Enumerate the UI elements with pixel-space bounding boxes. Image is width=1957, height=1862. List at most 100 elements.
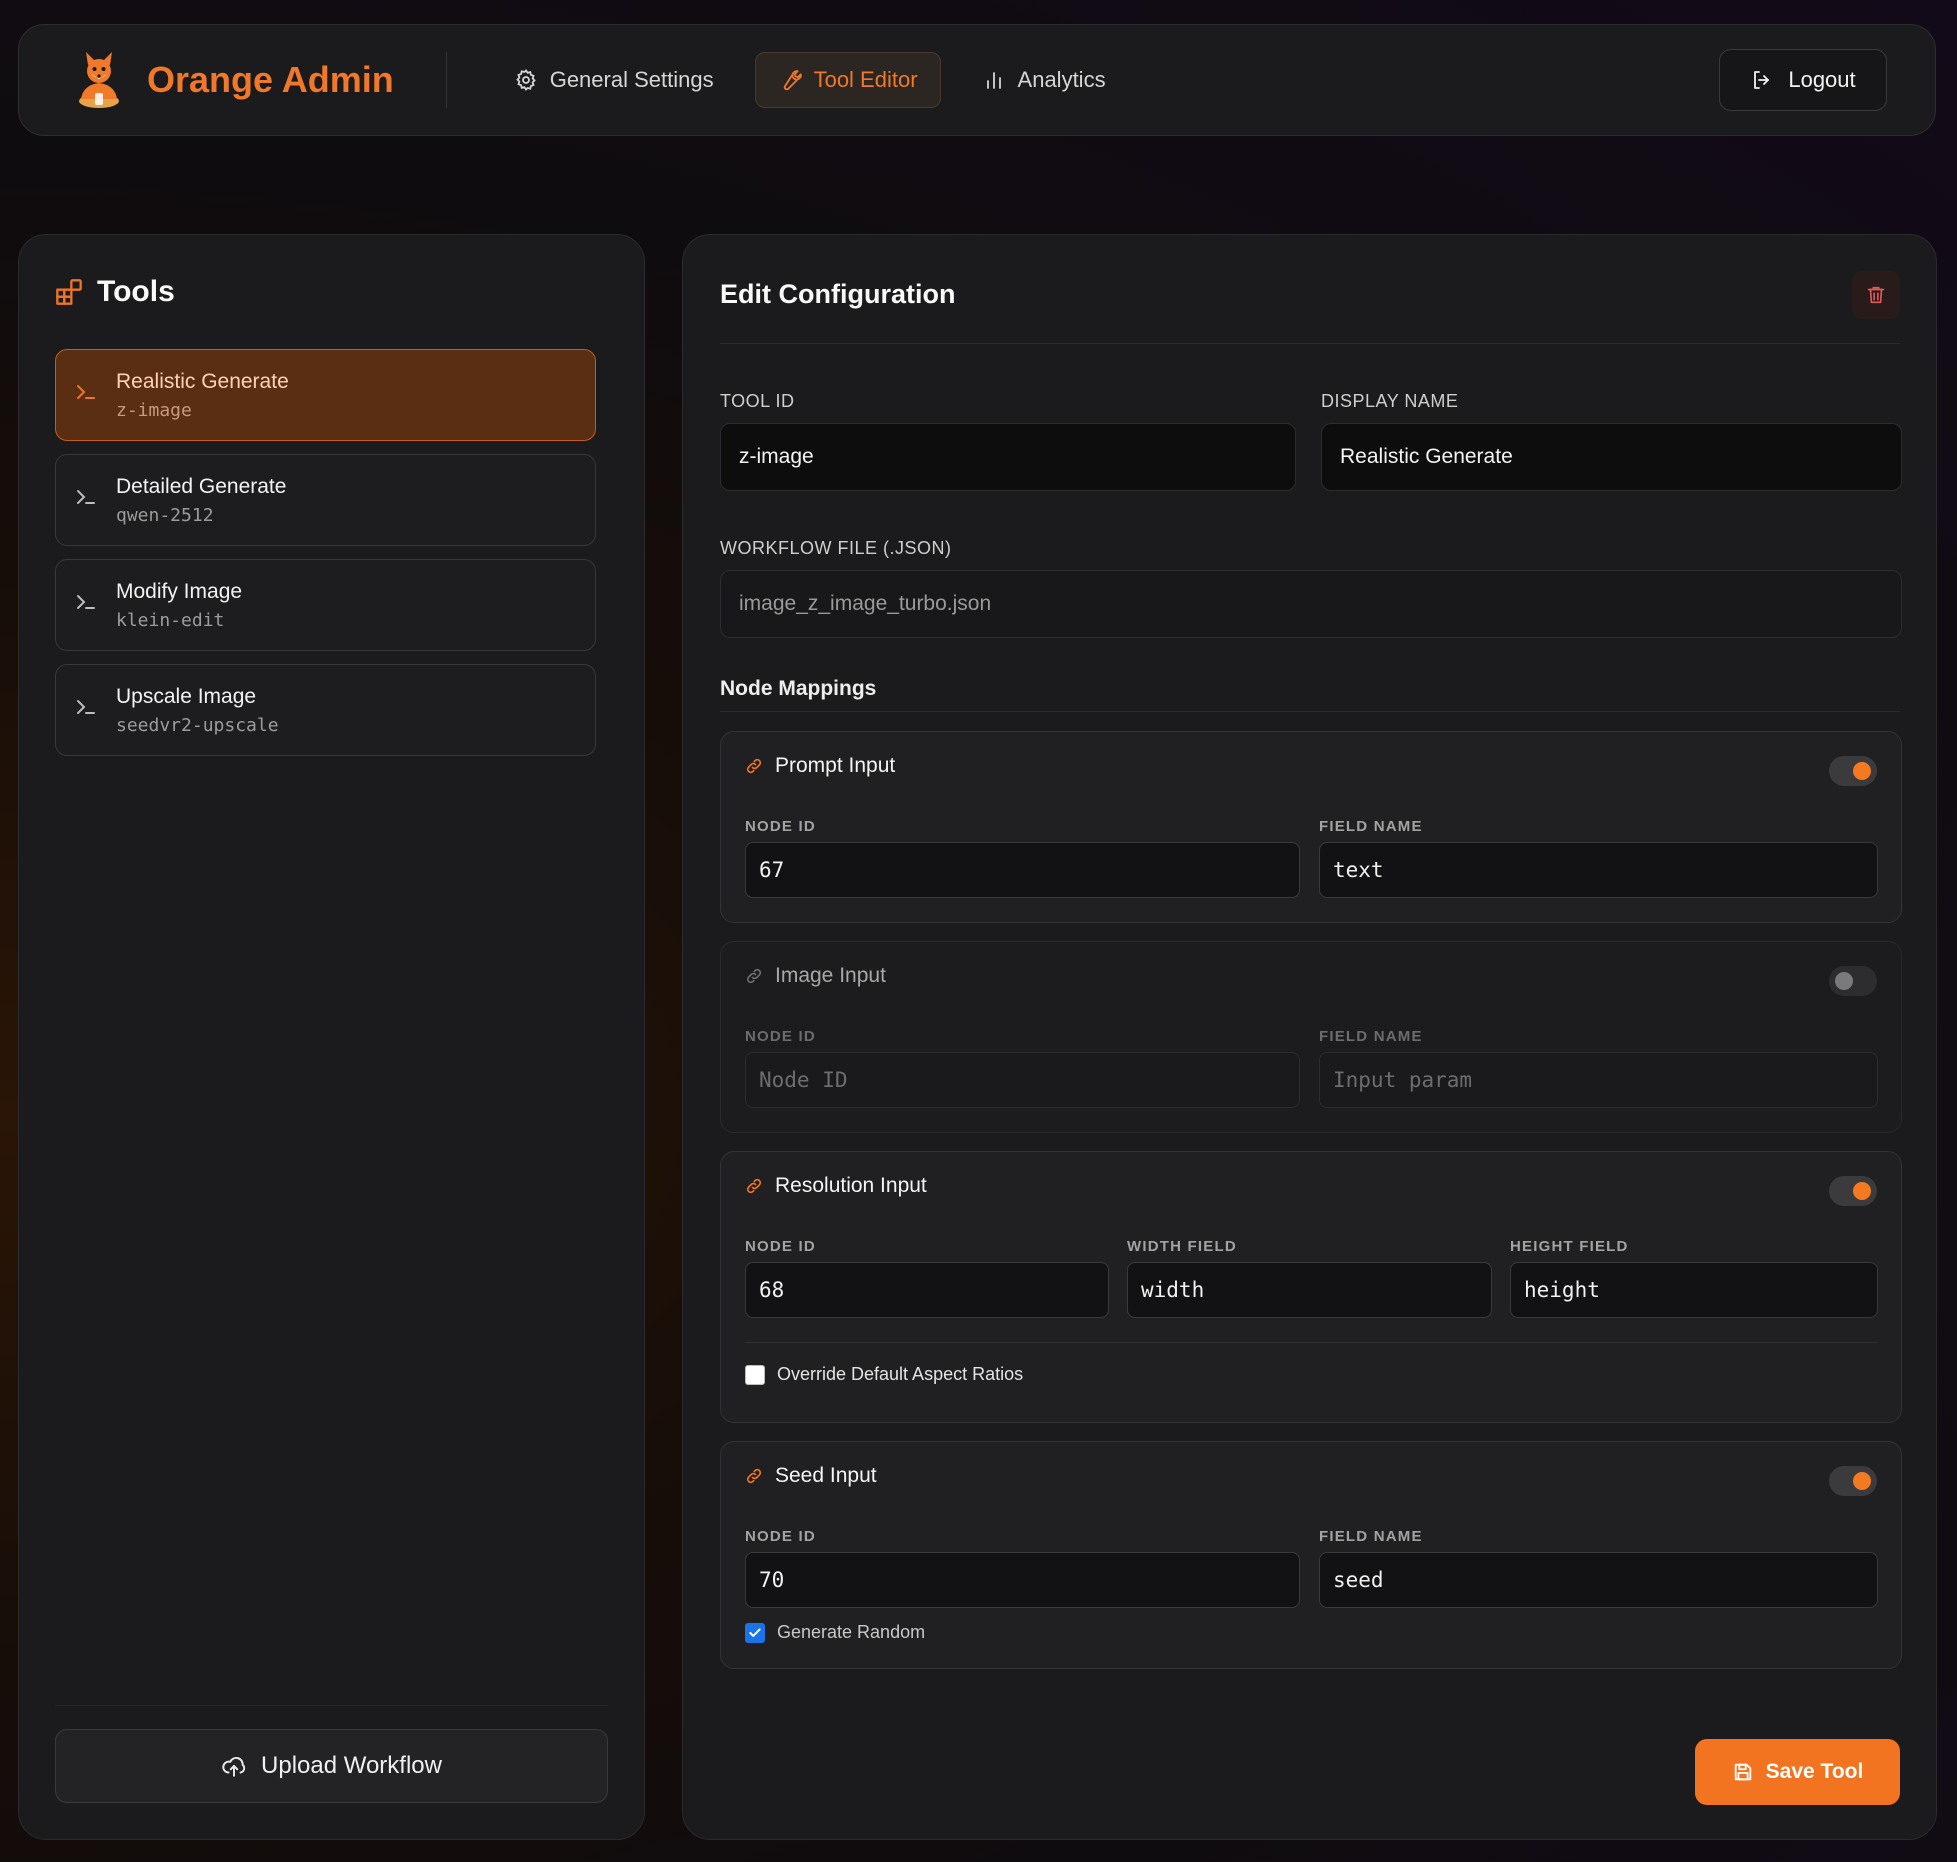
delete-tool-button[interactable]	[1852, 271, 1900, 319]
seed-input-mapping: Seed Input NODE ID 70 FIELD NAME seed Ge…	[720, 1441, 1902, 1669]
terminal-icon	[77, 595, 95, 609]
save-tool-button[interactable]: Save Tool	[1695, 1739, 1900, 1805]
resolution-input-mapping: Resolution Input NODE ID 68 WIDTH FIELD …	[720, 1151, 1902, 1423]
fox-logo-icon	[79, 52, 119, 108]
node-mappings-divider	[720, 711, 1900, 712]
trash-icon	[1867, 286, 1885, 304]
checkmark-icon	[749, 1627, 761, 1637]
node-id-label: NODE ID	[745, 1238, 816, 1255]
field-name-label: FIELD NAME	[1319, 1528, 1423, 1545]
seed-input-title: Seed Input	[745, 1464, 877, 1488]
logout-label: Logout	[1788, 67, 1856, 92]
tool-id: seedvr2-upscale	[116, 715, 279, 736]
terminal-icon	[77, 385, 95, 399]
display-name-label: DISPLAY NAME	[1321, 391, 1459, 411]
header-divider	[445, 52, 447, 108]
image-field-name-input[interactable]: Input param	[1319, 1052, 1878, 1108]
save-tool-label: Save Tool	[1765, 1760, 1864, 1783]
node-id-label: NODE ID	[745, 1528, 816, 1545]
height-field-input[interactable]: height	[1510, 1262, 1878, 1318]
tool-name: Upscale Image	[116, 685, 257, 708]
brand[interactable]: Orange Admin	[71, 49, 394, 111]
nav-analytics[interactable]: Analytics	[959, 52, 1129, 108]
upload-workflow-label: Upload Workflow	[261, 1752, 442, 1779]
prompt-input-mapping: Prompt Input NODE ID 67 FIELD NAME text	[720, 731, 1902, 923]
nav-tool-editor[interactable]: Tool Editor	[754, 52, 941, 108]
resolution-divider	[745, 1342, 1877, 1343]
resolution-node-id-input[interactable]: 68	[745, 1262, 1109, 1318]
prompt-node-id-input[interactable]: 67	[745, 842, 1300, 898]
workflow-file-input[interactable]: image_z_image_turbo.json	[720, 570, 1902, 638]
prompt-field-name-input[interactable]: text	[1319, 842, 1878, 898]
tool-item-detailed-generate[interactable]: Detailed Generate qwen-2512	[55, 454, 596, 546]
mapping-title: Resolution Input	[775, 1174, 927, 1197]
image-input-title: Image Input	[745, 964, 886, 988]
generate-random-label: Generate Random	[777, 1622, 926, 1642]
blocks-icon	[56, 279, 82, 305]
node-id-label: NODE ID	[745, 818, 816, 835]
sidebar-heading: Tools	[55, 275, 175, 309]
upload-workflow-button[interactable]: Upload Workflow	[55, 1729, 608, 1803]
main-nav: General Settings Tool Editor Analytics	[491, 52, 1129, 108]
seed-node-id-input[interactable]: 70	[745, 1552, 1300, 1608]
override-aspect-ratios-row[interactable]: Override Default Aspect Ratios	[745, 1364, 1023, 1385]
logout-button[interactable]: Logout	[1719, 49, 1887, 111]
tool-item-modify-image[interactable]: Modify Image klein-edit	[55, 559, 596, 651]
tool-item-realistic-generate[interactable]: Realistic Generate z-image	[55, 349, 596, 441]
tool-id: z-image	[116, 400, 192, 421]
tool-id: klein-edit	[116, 610, 225, 631]
tool-name: Modify Image	[116, 580, 243, 603]
tool-id-input[interactable]: z-image	[720, 423, 1296, 491]
logout-icon	[1754, 71, 1770, 89]
seed-input-toggle[interactable]	[1829, 1466, 1877, 1496]
tool-id: qwen-2512	[116, 505, 214, 526]
tool-name: Detailed Generate	[116, 475, 287, 498]
prompt-input-title: Prompt Input	[745, 754, 895, 778]
edit-configuration-panel: Edit Configuration TOOL ID z-image DISPL…	[682, 234, 1937, 1840]
page-title: Edit Configuration	[720, 279, 956, 309]
cloud-upload-icon	[222, 1756, 246, 1777]
toggle-knob	[1853, 762, 1871, 780]
terminal-icon	[77, 700, 95, 714]
seed-field-name-input[interactable]: seed	[1319, 1552, 1878, 1608]
nav-tool-editor-label: Tool Editor	[813, 67, 918, 92]
tool-name: Realistic Generate	[116, 370, 289, 393]
mapping-title: Prompt Input	[775, 754, 896, 777]
override-aspect-ratios-label: Override Default Aspect Ratios	[777, 1364, 1024, 1384]
nav-general-settings[interactable]: General Settings	[491, 52, 737, 108]
node-id-label: NODE ID	[745, 1028, 816, 1045]
bar-chart-icon	[986, 72, 1001, 89]
display-name-input[interactable]: Realistic Generate	[1321, 423, 1902, 491]
tool-id-label: TOOL ID	[720, 391, 795, 411]
toggle-knob	[1853, 1472, 1871, 1490]
nav-analytics-label: Analytics	[1017, 67, 1106, 92]
override-aspect-ratios-checkbox[interactable]	[745, 1364, 765, 1385]
tool-item-upscale-image[interactable]: Upscale Image seedvr2-upscale	[55, 664, 596, 756]
link-icon	[746, 1178, 762, 1194]
generate-random-row[interactable]: Generate Random	[745, 1622, 925, 1643]
save-icon	[1734, 1763, 1751, 1781]
image-input-toggle[interactable]	[1829, 966, 1877, 996]
gear-icon	[515, 69, 536, 91]
title-divider	[720, 343, 1900, 344]
resolution-input-title: Resolution Input	[745, 1174, 927, 1198]
generate-random-checkbox[interactable]	[745, 1622, 765, 1643]
mapping-title: Image Input	[775, 964, 886, 987]
toggle-knob	[1853, 1182, 1871, 1200]
node-mappings-heading: Node Mappings	[720, 677, 877, 700]
image-node-id-input[interactable]: Node ID	[745, 1052, 1300, 1108]
workflow-file-label: WORKFLOW FILE (.JSON)	[720, 538, 952, 558]
resolution-input-toggle[interactable]	[1829, 1176, 1877, 1206]
sidebar-title: Tools	[97, 275, 175, 308]
link-icon	[746, 968, 762, 984]
width-field-label: WIDTH FIELD	[1127, 1238, 1237, 1255]
width-field-input[interactable]: width	[1127, 1262, 1492, 1318]
brand-title: Orange Admin	[147, 59, 394, 100]
prompt-input-toggle[interactable]	[1829, 756, 1877, 786]
mapping-title: Seed Input	[775, 1464, 877, 1487]
nav-general-settings-label: General Settings	[549, 67, 714, 92]
terminal-icon	[77, 490, 95, 504]
height-field-label: HEIGHT FIELD	[1510, 1238, 1629, 1255]
sidebar-divider	[55, 1705, 608, 1706]
wrench-icon	[783, 70, 802, 91]
